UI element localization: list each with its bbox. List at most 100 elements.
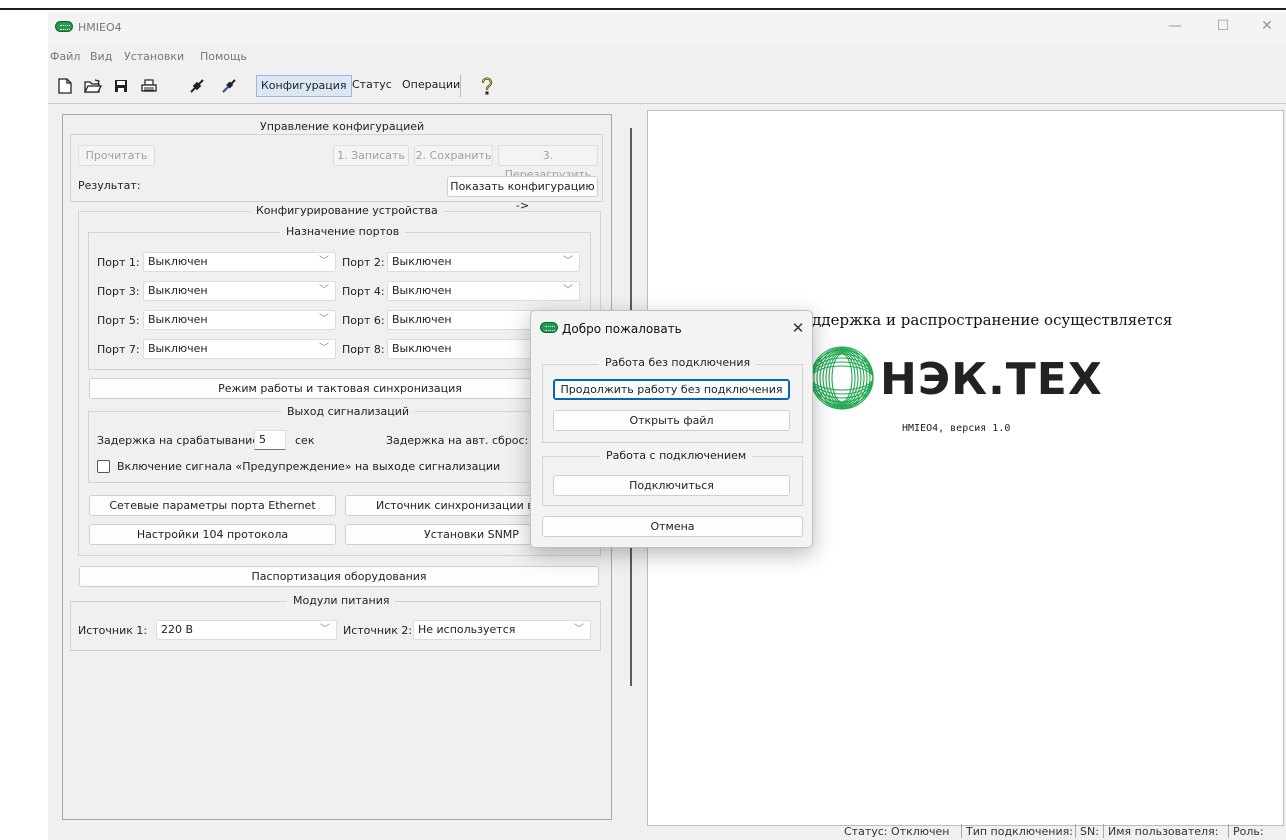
read-button[interactable]: Прочитать <box>78 145 155 166</box>
device-config-title: Конфигурирование устройства <box>250 204 444 217</box>
port-6-value: Выключен <box>392 313 452 326</box>
status-separator <box>1228 824 1229 838</box>
port-3-label: Порт 3: <box>97 285 140 298</box>
support-text: Поддержка и распространение осуществляет… <box>790 311 1173 329</box>
brand-name: НЭК.ТЕХ <box>880 354 1103 405</box>
connect-button[interactable]: Подключиться <box>553 475 790 496</box>
status-sn: SN: <box>1080 825 1099 838</box>
warning-checkbox-label: Включение сигнала «Предупреждение» на вы… <box>117 460 501 473</box>
port-5-select[interactable]: Выключен ﹀ <box>143 310 336 330</box>
alarm-output-title: Выход сигнализаций <box>281 405 416 418</box>
close-window-button[interactable]: ✕ <box>1252 18 1282 34</box>
open-file-button[interactable]: Открыть файл <box>553 410 790 431</box>
source-1-value: 220 В <box>161 623 194 636</box>
config-management-title: Управление конфигурацией <box>254 120 431 133</box>
snmp-settings-button[interactable]: Установки SNMP <box>345 524 531 545</box>
protocol-104-button[interactable]: Настройки 104 протокола <box>89 524 336 545</box>
time-sync-source-button[interactable]: Источник синхронизации вре <box>345 495 531 516</box>
port-5-label: Порт 5: <box>97 314 140 327</box>
result-label: Результат: <box>78 179 141 192</box>
chevron-down-icon: ﹀ <box>319 285 329 296</box>
new-file-icon[interactable] <box>54 75 76 97</box>
ports-title: Назначение портов <box>280 225 406 238</box>
port-3-select[interactable]: Выключен ﹀ <box>143 281 336 301</box>
source-2-value: Не используется <box>418 623 516 636</box>
port-7-select[interactable]: Выключен ﹀ <box>143 339 336 359</box>
menu-help[interactable]: Помощь <box>200 50 247 63</box>
reboot-button[interactable]: 3. Перезагрузить <box>498 145 598 181</box>
company-logo-icon <box>810 346 874 410</box>
tab-configuration[interactable]: Конфигурация <box>256 75 352 97</box>
port-8-value: Выключен <box>392 342 452 355</box>
chevron-down-icon: ﹀ <box>574 624 584 635</box>
dialog-app-icon <box>540 322 558 333</box>
port-1-label: Порт 1: <box>97 256 140 269</box>
chevron-down-icon: ﹀ <box>563 256 573 267</box>
port-2-label: Порт 2: <box>342 256 385 269</box>
status-connection-type: Тип подключения: <box>966 825 1073 838</box>
continue-offline-button[interactable]: Продолжить работу без подключения <box>553 379 790 400</box>
warning-checkbox[interactable] <box>97 460 110 473</box>
mode-sync-button[interactable]: Режим работы и тактовая синхронизация <box>89 378 591 399</box>
port-1-select[interactable]: Выключен ﹀ <box>143 252 336 272</box>
offline-group <box>542 364 803 443</box>
connect-icon[interactable] <box>218 75 240 97</box>
print-icon[interactable] <box>138 75 160 97</box>
port-2-value: Выключен <box>392 255 452 268</box>
welcome-dialog: Добро пожаловать ✕ Работа без подключени… <box>530 310 813 548</box>
dialog-title: Добро пожаловать <box>562 322 682 336</box>
minimize-button[interactable]: — <box>1160 18 1190 34</box>
port-2-select[interactable]: Выключен ﹀ <box>387 252 580 272</box>
chevron-down-icon: ﹀ <box>319 343 329 354</box>
cancel-button[interactable]: Отмена <box>542 516 803 537</box>
port-6-label: Порт 6: <box>342 314 385 327</box>
source-2-select[interactable]: Не используется ﹀ <box>413 620 591 640</box>
dialog-close-icon[interactable]: ✕ <box>788 319 808 337</box>
port-3-value: Выключен <box>148 284 208 297</box>
chevron-down-icon: ﹀ <box>563 285 573 296</box>
disconnect-icon[interactable] <box>186 75 208 97</box>
ethernet-params-button[interactable]: Сетевые параметры порта Ethernet <box>89 495 336 516</box>
version-text: HMIEO4, версия 1.0 <box>902 423 1011 434</box>
port-4-select[interactable]: Выключен ﹀ <box>387 281 580 301</box>
save-icon[interactable] <box>110 75 132 97</box>
write-button[interactable]: 1. Записать <box>333 145 409 166</box>
title-bar: HMIEO4 — ☐ ✕ <box>48 12 1286 46</box>
open-folder-icon[interactable] <box>82 75 104 97</box>
status-separator <box>1075 824 1076 838</box>
port-7-value: Выключен <box>148 342 208 355</box>
delay-on-unit: сек <box>295 434 315 447</box>
offline-group-title: Работа без подключения <box>599 356 757 369</box>
port-4-value: Выключен <box>392 284 452 297</box>
delay-on-input[interactable]: 5 <box>254 430 286 450</box>
maximize-button[interactable]: ☐ <box>1208 18 1238 34</box>
status-user: Имя пользователя: <box>1108 825 1219 838</box>
status-role: Роль: <box>1233 825 1264 838</box>
status-separator <box>1103 824 1104 838</box>
menu-file[interactable]: Файл <box>50 50 80 63</box>
tab-operations[interactable]: Операции <box>398 75 464 97</box>
chevron-down-icon: ﹀ <box>320 624 330 635</box>
source-1-select[interactable]: 220 В ﹀ <box>156 620 337 640</box>
app-logo-icon <box>55 21 73 32</box>
help-icon[interactable] <box>476 75 498 97</box>
delay-reset-label: Задержка на авт. сброс: <box>386 434 529 447</box>
port-8-label: Порт 8: <box>342 343 385 356</box>
equipment-passport-button[interactable]: Паспортизация оборудования <box>79 566 599 587</box>
save-config-button[interactable]: 2. Сохранить <box>414 145 493 166</box>
toolbar-divider <box>48 103 1286 104</box>
menu-bar: Файл Вид Установки Помощь <box>48 46 1286 68</box>
menu-settings[interactable]: Установки <box>124 50 184 63</box>
top-border <box>0 8 1286 10</box>
online-group-title: Работа с подключением <box>600 449 753 462</box>
window-title: HMIEO4 <box>78 21 122 34</box>
show-config-button[interactable]: Показать конфигурацию -> <box>447 176 598 212</box>
chevron-down-icon: ﹀ <box>319 314 329 325</box>
tab-status[interactable]: Статус <box>348 75 396 97</box>
menu-view[interactable]: Вид <box>90 50 112 63</box>
source-1-label: Источник 1: <box>78 624 148 637</box>
status-separator <box>961 824 962 838</box>
status-bar: Статус: Отключен Тип подключения: SN: Им… <box>48 822 1286 840</box>
chevron-down-icon: ﹀ <box>319 256 329 267</box>
delay-on-label: Задержка на срабатывание: <box>97 434 263 447</box>
